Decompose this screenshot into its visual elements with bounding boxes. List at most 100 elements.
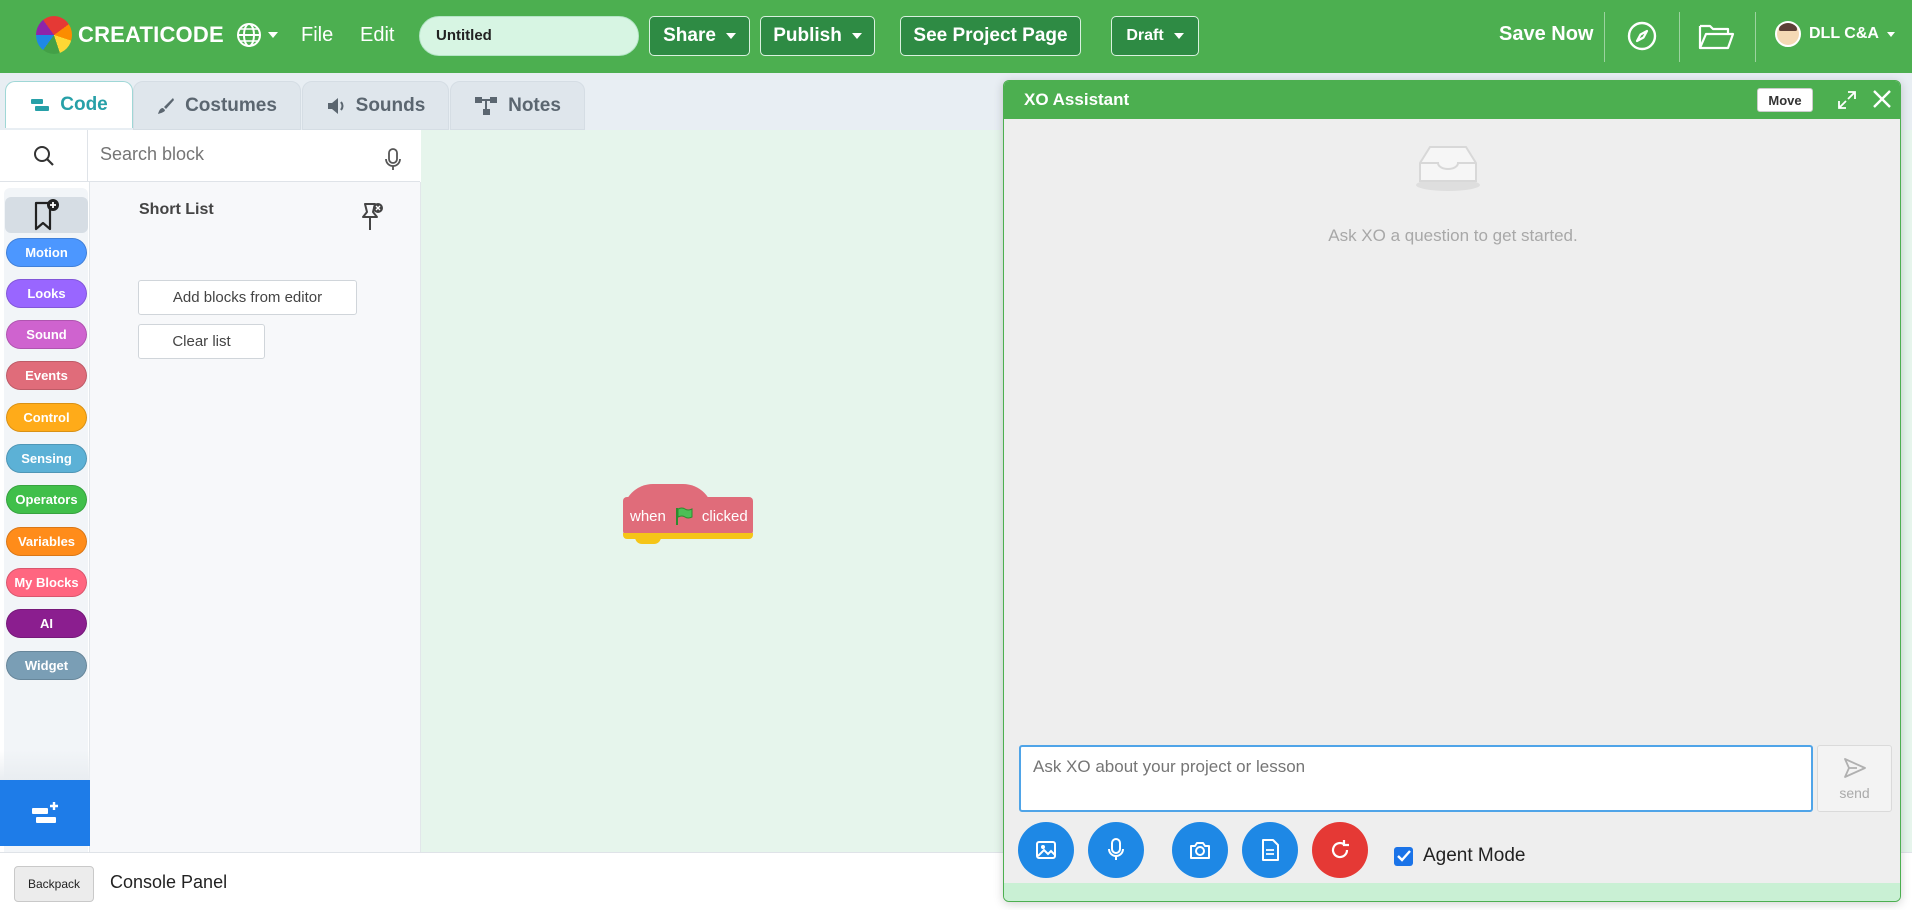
logo-text: CREATICODE [78,22,224,47]
short-list-button[interactable] [5,197,88,233]
divider [1679,12,1680,62]
publish-button[interactable]: Publish [760,16,875,56]
category-events[interactable]: Events [6,361,87,390]
screenshot-button[interactable] [1172,822,1228,878]
category-control[interactable]: Control [6,403,87,432]
category-widget[interactable]: Widget [6,651,87,680]
reset-chat-button[interactable] [1312,822,1368,878]
logo[interactable]: CREATICODE [36,16,224,54]
block-search-bar [0,130,420,182]
share-button[interactable]: Share [649,16,750,56]
short-list-title: Short List [139,201,214,218]
xo-title: XO Assistant [1024,90,1130,109]
chevron-down-icon [851,33,862,39]
save-now-button[interactable]: Save Now [1499,23,1593,46]
xo-assistant-panel: XO Assistant Move Ask XO a question to g… [1003,80,1901,902]
checkmark-icon [1396,850,1411,862]
category-looks[interactable]: Looks [6,279,87,308]
document-icon [1262,839,1279,861]
tab-sounds-label: Sounds [355,94,426,116]
category-motion[interactable]: Motion [6,238,87,267]
share-label: Share [663,25,716,46]
attach-image-button[interactable] [1018,822,1074,878]
divider [1755,12,1756,62]
publish-label: Publish [773,25,842,46]
empty-inbox-icon [1416,146,1480,191]
search-input[interactable] [100,144,350,165]
search-button[interactable] [0,130,88,182]
brush-icon [158,97,175,114]
category-ai[interactable]: AI [6,609,87,638]
image-icon [1036,841,1056,859]
chevron-down-icon [1886,31,1895,37]
globe-icon [237,23,261,47]
category-my-blocks[interactable]: My Blocks [6,568,87,597]
empty-state [1004,139,1900,198]
voice-input-button[interactable] [1088,822,1144,878]
clear-list-button[interactable]: Clear list [138,324,265,359]
category-operators[interactable]: Operators [6,485,87,514]
send-button[interactable]: send [1817,745,1892,812]
category-fade [0,750,90,780]
backpack-button[interactable]: Backpack [14,866,94,902]
console-panel-label[interactable]: Console Panel [110,872,227,893]
agent-mode-checkbox[interactable] [1394,846,1413,866]
tab-costumes-label: Costumes [185,94,277,116]
green-flag-icon [675,507,693,525]
add-extension-button[interactable] [0,780,90,846]
project-title-input[interactable]: Untitled [419,16,639,56]
tab-notes[interactable]: Notes [450,81,585,130]
chevron-down-icon [268,32,278,38]
xo-footer-strip [1004,883,1900,901]
add-blocks-from-editor-button[interactable]: Add blocks from editor [138,280,357,315]
move-button[interactable]: Move [1757,88,1813,112]
tab-costumes[interactable]: Costumes [133,81,301,130]
tab-sounds[interactable]: Sounds [302,81,449,130]
close-icon[interactable] [1870,87,1894,111]
compass-icon[interactable] [1626,20,1658,52]
hat-block-suffix: clicked [701,507,748,525]
xo-question-input[interactable] [1019,745,1813,812]
folder-open-icon[interactable] [1697,20,1735,52]
tab-notes-label: Notes [508,94,561,116]
language-menu[interactable] [236,22,278,48]
divider [1604,12,1605,62]
notes-icon [475,96,498,115]
hat-block-notch [635,537,661,544]
menu-bar: CREATICODE File Edit Untitled Share Publ… [0,0,1912,73]
microphone-icon[interactable] [384,148,402,172]
chevron-down-icon [1173,33,1184,39]
user-menu[interactable]: DLL C&A [1775,21,1895,47]
edit-menu[interactable]: Edit [360,24,394,47]
empty-state-text: Ask XO a question to get started. [1328,226,1578,245]
logo-mark-icon [36,16,72,54]
microphone-icon [1108,838,1124,860]
camera-icon [1190,842,1210,859]
expand-icon[interactable] [1837,90,1857,110]
agent-mode-toggle[interactable]: Agent Mode [1394,845,1525,867]
unpin-icon[interactable] [358,200,384,234]
draft-label: Draft [1126,27,1164,44]
see-project-page-button[interactable]: See Project Page [900,16,1081,56]
search-icon [33,146,54,166]
avatar [1775,21,1801,47]
add-extension-icon [32,802,58,823]
category-sound[interactable]: Sound [6,320,87,349]
bookmark-add-icon [34,199,59,231]
file-menu[interactable]: File [301,24,333,47]
tab-code-label: Code [60,94,108,115]
category-variables[interactable]: Variables [6,527,87,556]
attach-document-button[interactable] [1242,822,1298,878]
speaker-icon [327,97,344,114]
chevron-down-icon [725,33,736,39]
tab-code[interactable]: Code [5,81,133,128]
user-name: DLL C&A [1809,25,1879,42]
send-icon [1843,757,1866,778]
category-sensing[interactable]: Sensing [6,444,87,473]
draft-button[interactable]: Draft [1111,16,1199,56]
refresh-icon [1331,840,1349,859]
code-icon [31,99,50,111]
xo-header: XO Assistant Move [1004,81,1900,119]
agent-mode-label: Agent Mode [1423,845,1526,866]
send-label: send [1839,784,1870,801]
